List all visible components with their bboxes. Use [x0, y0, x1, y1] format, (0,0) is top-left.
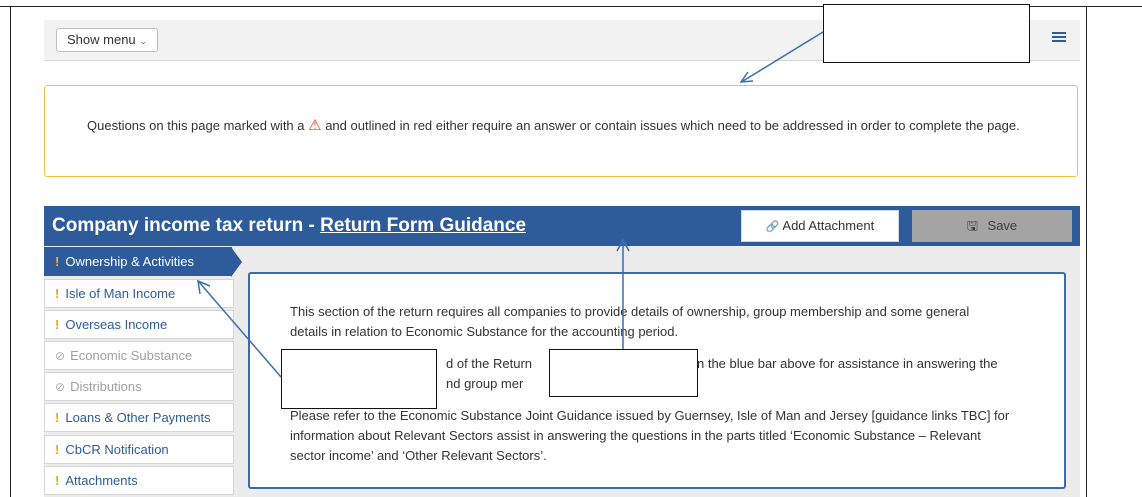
warning-message: Questions on this page marked with a ⚠ a…: [87, 117, 1020, 134]
attention-marker-icon: !: [55, 254, 60, 269]
sidebar-item-label: Overseas Income: [65, 317, 168, 332]
arrowhead-warning: [739, 71, 754, 83]
redaction-box-left: [281, 349, 437, 409]
sidebar-item[interactable]: ! Attachments: [44, 466, 234, 495]
form-title-bar: Company income tax return - Return Form …: [44, 206, 1080, 246]
disabled-circle-icon: ⊘: [55, 380, 66, 394]
attention-marker-icon: !: [55, 473, 60, 488]
save-icon: 🖫: [966, 218, 978, 233]
return-form-guidance-link[interactable]: Return Form Guidance: [320, 215, 526, 236]
add-attachment-label: Add Attachment: [782, 218, 875, 233]
hamburger-menu-icon[interactable]: [1052, 30, 1066, 44]
sidebar-item[interactable]: ! Loans & Other Payments: [44, 403, 234, 432]
sidebar-item-label: CbCR Notification: [65, 442, 169, 457]
sidebar-item-label: Attachments: [65, 473, 138, 488]
intro-paragraph-3: Please refer to the Economic Substance J…: [290, 408, 1010, 463]
show-menu-button[interactable]: Show menu ⌄: [56, 28, 159, 52]
annotation-frame-left: [10, 6, 11, 497]
sidebar-item[interactable]: ! Isle of Man Income: [44, 279, 234, 308]
sidebar-item-label: Distributions: [70, 379, 142, 394]
attention-marker-icon: !: [55, 286, 60, 301]
chevron-down-icon: ⌄: [139, 36, 148, 46]
save-label: Save: [987, 218, 1018, 233]
sidebar-item[interactable]: ⊘ Distributions: [44, 372, 234, 401]
disabled-circle-icon: ⊘: [55, 349, 66, 363]
sidebar-item-label: Isle of Man Income: [65, 286, 176, 301]
sidebar-item-label: Ownership & Activities: [65, 254, 194, 269]
validation-warning-box: Questions on this page marked with a ⚠ a…: [44, 85, 1078, 177]
warning-triangle-icon: ⚠: [308, 117, 322, 134]
sidebar-item-label: Economic Substance: [70, 348, 193, 363]
sidebar-item-label: Loans & Other Payments: [65, 410, 211, 425]
attention-marker-icon: !: [55, 442, 60, 457]
sidebar-item[interactable]: ! Ownership & Activities: [44, 247, 242, 277]
attention-marker-icon: !: [55, 317, 60, 332]
redaction-box-top: [823, 4, 1030, 63]
sidebar-item[interactable]: ! CbCR Notification: [44, 435, 234, 464]
redaction-box-middle: [549, 349, 698, 397]
annotation-frame-right: [1086, 6, 1087, 497]
link-icon: 🔗: [765, 221, 780, 233]
add-attachment-button[interactable]: 🔗 Add Attachment: [741, 210, 899, 242]
intro-paragraph-1: This section of the return requires all …: [290, 304, 970, 339]
show-menu-label: Show menu: [67, 32, 136, 47]
sidebar-item[interactable]: ⊘ Economic Substance: [44, 341, 234, 370]
sidebar-item[interactable]: ! Overseas Income: [44, 310, 234, 339]
attention-marker-icon: !: [55, 410, 60, 425]
save-button[interactable]: 🖫 Save: [912, 210, 1072, 242]
page-title: Company income tax return - Return Form …: [52, 215, 527, 236]
